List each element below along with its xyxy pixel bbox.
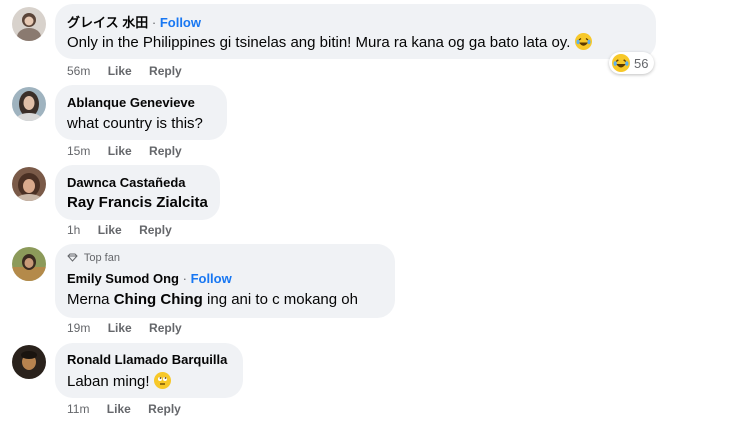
author-name[interactable]: Ronald Llamado Barquilla [67, 352, 227, 367]
comment-text-suffix: ing ani to c mokang oh [207, 291, 358, 308]
like-button[interactable]: Like [108, 144, 132, 158]
reply-button[interactable]: Reply [149, 64, 182, 78]
avatar[interactable] [12, 7, 46, 41]
follow-button[interactable]: Follow [160, 15, 201, 30]
comment-time[interactable]: 56m [67, 64, 90, 78]
diamond-icon [67, 253, 78, 265]
comment-time[interactable]: 15m [67, 144, 90, 158]
reply-button[interactable]: Reply [148, 402, 181, 416]
avatar[interactable] [12, 87, 46, 121]
reply-button[interactable]: Reply [139, 223, 172, 237]
comment-text: what country is this? [67, 115, 203, 132]
reply-button[interactable]: Reply [149, 321, 182, 335]
comment-bubble: Ablanque Genevieve what country is this? [55, 85, 227, 140]
author-name[interactable]: Emily Sumod Ong [67, 271, 179, 286]
comment-text: Laban ming! [67, 373, 150, 390]
rolling-eyes-emoji-icon [153, 372, 171, 389]
like-button[interactable]: Like [107, 402, 131, 416]
comment-bubble: Top fan Emily Sumod Ong · Follow Merna C… [55, 244, 395, 318]
comment-time[interactable]: 1h [67, 223, 80, 237]
reaction-summary[interactable]: 56 [609, 52, 655, 74]
avatar[interactable] [12, 247, 46, 281]
avatar[interactable] [12, 167, 46, 201]
separator: · [182, 271, 187, 286]
comment-bubble: Dawnca Castañeda Ray Francis Zialcita [55, 165, 220, 220]
comment-time[interactable]: 11m [67, 402, 89, 416]
comment-bubble: グレイス 水田 · Follow Only in the Philippines… [55, 4, 656, 59]
follow-button[interactable]: Follow [191, 271, 232, 286]
comment-time[interactable]: 19m [67, 321, 90, 335]
top-fan-badge: Top fan [67, 252, 120, 265]
laughing-emoji-icon [574, 33, 592, 50]
like-button[interactable]: Like [108, 64, 132, 78]
avatar[interactable] [12, 345, 46, 379]
badge-label: Top fan [83, 252, 120, 264]
author-name[interactable]: グレイス 水田 [67, 15, 148, 30]
comment-bubble: Ronald Llamado Barquilla Laban ming! [55, 343, 243, 398]
reply-button[interactable]: Reply [149, 144, 182, 158]
comment-text-prefix: Merna [67, 291, 110, 308]
reaction-count: 56 [634, 55, 649, 71]
separator: · [151, 15, 157, 30]
like-button[interactable]: Like [98, 223, 122, 237]
like-button[interactable]: Like [108, 321, 132, 335]
laughing-emoji-icon [612, 54, 630, 72]
author-name[interactable]: Dawnca Castañeda [67, 175, 186, 190]
author-name[interactable]: Ablanque Genevieve [67, 95, 195, 110]
mentioned-user[interactable]: Ching Ching [114, 291, 203, 308]
mentioned-user[interactable]: Ray Francis Zialcita [67, 194, 208, 211]
comment-text: Only in the Philippines gi tsinelas ang … [67, 34, 571, 51]
